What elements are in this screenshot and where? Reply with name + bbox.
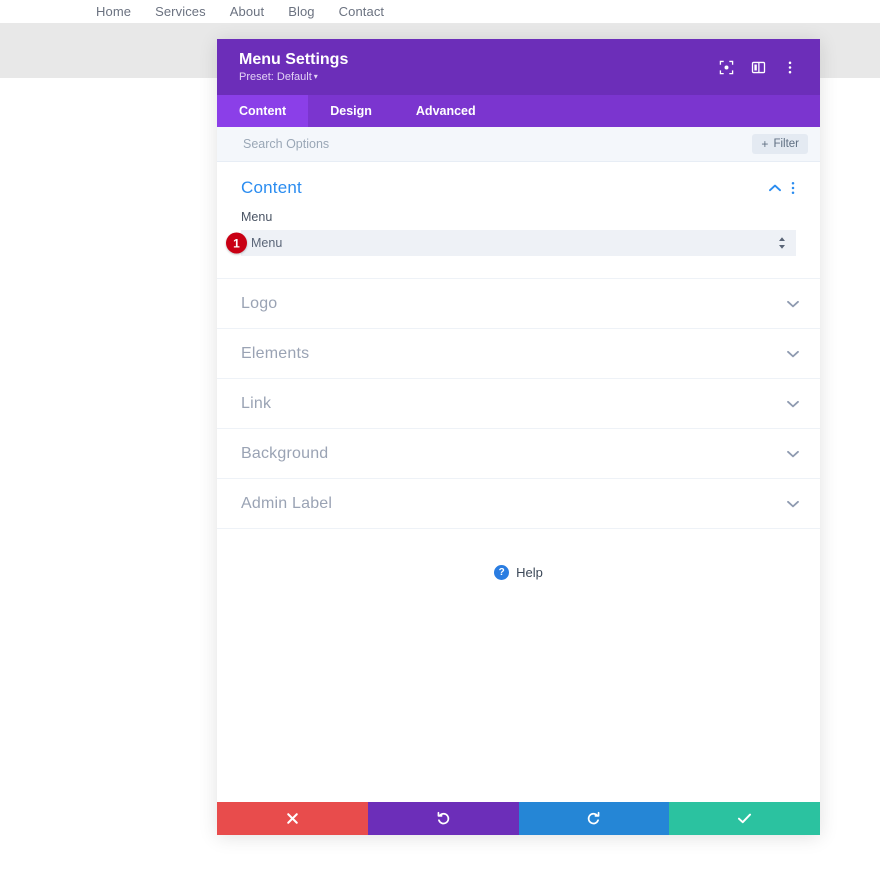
chevron-down-icon[interactable] bbox=[784, 400, 802, 408]
chevron-down-icon[interactable] bbox=[784, 450, 802, 458]
section-logo-title: Logo bbox=[241, 294, 278, 312]
preset-selector[interactable]: Preset: Default ▾ bbox=[239, 71, 718, 84]
filter-button[interactable]: + Filter bbox=[752, 134, 808, 154]
nav-item-blog[interactable]: Blog bbox=[288, 0, 314, 23]
menu-select[interactable]: 1 Menu bbox=[226, 230, 796, 256]
section-content: Content Menu 1 Menu bbox=[217, 162, 820, 279]
modal-title: Menu Settings bbox=[239, 50, 349, 68]
nav-item-about[interactable]: About bbox=[230, 0, 264, 23]
section-background-title: Background bbox=[241, 444, 329, 462]
tab-advanced[interactable]: Advanced bbox=[394, 95, 498, 127]
modal-header-text: Menu Settings Preset: Default ▾ bbox=[239, 51, 718, 84]
nav-item-contact[interactable]: Contact bbox=[339, 0, 385, 23]
section-more-vertical-icon[interactable] bbox=[784, 181, 802, 195]
chevron-down-icon: ▾ bbox=[313, 71, 318, 81]
save-button[interactable] bbox=[669, 802, 820, 835]
menu-select-value: Menu bbox=[251, 236, 283, 250]
chevron-down-icon[interactable] bbox=[784, 500, 802, 508]
menu-field-label: Menu bbox=[241, 210, 273, 224]
modal-body: Content Menu 1 Menu Logo Elements Link B… bbox=[217, 162, 820, 802]
section-admin-label[interactable]: Admin Label bbox=[217, 479, 820, 529]
chevron-up-icon[interactable] bbox=[766, 184, 784, 192]
section-background[interactable]: Background bbox=[217, 429, 820, 479]
fullscreen-icon[interactable] bbox=[718, 59, 734, 75]
preset-label: Preset: Default bbox=[239, 70, 312, 83]
step-badge-1: 1 bbox=[226, 232, 247, 254]
help-link[interactable]: ? Help bbox=[217, 529, 820, 580]
chevron-down-icon[interactable] bbox=[784, 350, 802, 358]
search-row: + Filter bbox=[217, 127, 820, 162]
undo-button[interactable] bbox=[367, 802, 519, 835]
section-elements[interactable]: Elements bbox=[217, 329, 820, 379]
modal-tabs: Content Design Advanced bbox=[217, 95, 820, 127]
filter-button-label: Filter bbox=[773, 138, 799, 150]
modal-header-actions bbox=[718, 59, 798, 75]
select-updown-icon[interactable] bbox=[768, 236, 796, 250]
modal-header: Menu Settings Preset: Default ▾ bbox=[217, 39, 820, 95]
menu-settings-modal: Menu Settings Preset: Default ▾ Content … bbox=[217, 39, 820, 835]
help-label: Help bbox=[516, 565, 543, 580]
modal-footer bbox=[217, 802, 820, 835]
section-link[interactable]: Link bbox=[217, 379, 820, 429]
chevron-down-icon[interactable] bbox=[784, 300, 802, 308]
section-link-title: Link bbox=[241, 394, 272, 412]
more-vertical-icon[interactable] bbox=[782, 59, 798, 75]
plus-icon: + bbox=[761, 137, 769, 151]
cancel-button[interactable] bbox=[217, 802, 368, 835]
section-elements-title: Elements bbox=[241, 344, 310, 362]
section-content-header[interactable]: Content bbox=[217, 162, 820, 206]
nav-item-services[interactable]: Services bbox=[155, 0, 206, 23]
section-content-title: Content bbox=[241, 178, 302, 197]
section-logo[interactable]: Logo bbox=[217, 279, 820, 329]
layout-columns-icon[interactable] bbox=[750, 59, 766, 75]
tab-design[interactable]: Design bbox=[308, 95, 394, 127]
site-navigation: Home Services About Blog Contact bbox=[96, 0, 384, 23]
redo-button[interactable] bbox=[518, 802, 670, 835]
nav-item-home[interactable]: Home bbox=[96, 0, 131, 23]
question-mark-icon: ? bbox=[494, 565, 510, 580]
section-admin-label-title: Admin Label bbox=[241, 494, 333, 512]
tab-content[interactable]: Content bbox=[217, 95, 309, 127]
search-input[interactable] bbox=[241, 136, 753, 152]
